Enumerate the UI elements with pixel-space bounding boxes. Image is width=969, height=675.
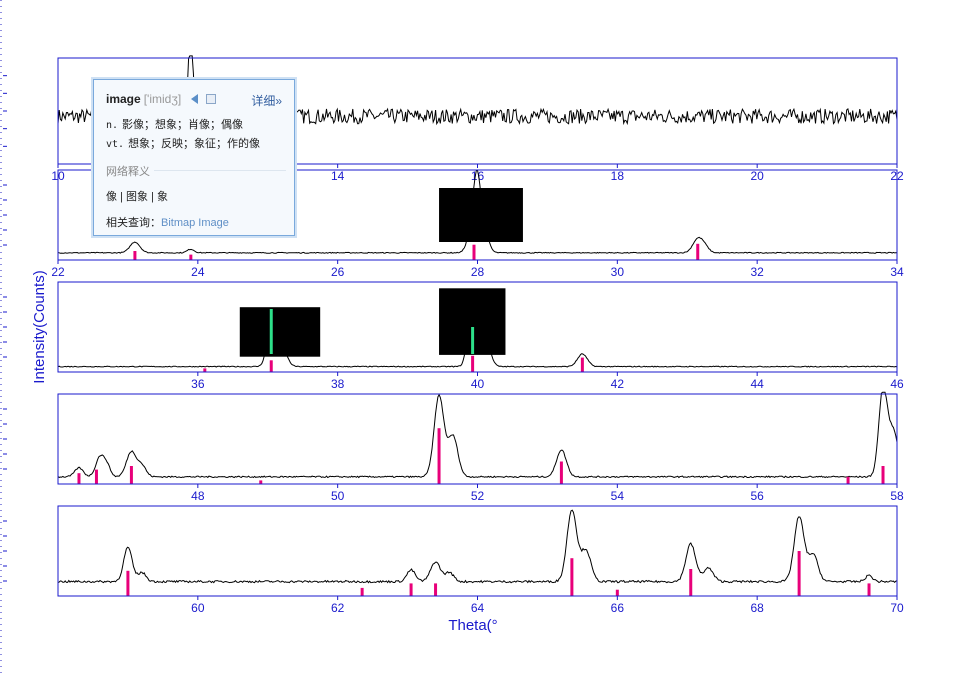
x-tick-label: 52 [471, 489, 485, 503]
x-tick-label: 50 [331, 489, 345, 503]
x-tick-label: 48 [191, 489, 205, 503]
x-tick-label: 42 [611, 377, 625, 391]
x-tick-label: 36 [191, 377, 205, 391]
x-tick-label: 34 [890, 265, 904, 279]
x-tick-label: 14 [331, 169, 345, 183]
x-tick-label: 64 [471, 601, 485, 615]
x-tick-label: 22 [51, 265, 65, 279]
x-tick-label: 68 [750, 601, 764, 615]
popup-more-link[interactable]: 详细» [251, 92, 282, 109]
popup-related-label: 相关查询： [106, 217, 161, 229]
x-tick-label: 62 [331, 601, 345, 615]
x-tick-label: 18 [611, 169, 625, 183]
x-tick-label: 24 [191, 265, 205, 279]
wordbook-icon[interactable] [206, 94, 217, 104]
pattern-trace [57, 391, 898, 479]
x-tick-label: 40 [471, 377, 485, 391]
popup-verb-text: 想象；反映；象征；作的像 [128, 138, 261, 150]
popup-pos-verb: vt. [106, 139, 125, 150]
popup-phonetic: ['imidʒ] [143, 92, 182, 106]
popup-definition-verb: vt. 想象；反映；象征；作的像 [106, 135, 260, 151]
popup-web-section-title: 网络释义 [106, 166, 150, 178]
dictionary-popup[interactable]: image ['imidʒ] 详细» n. 影像；想象；肖像；偶像 vt. 想象；反映… [93, 79, 295, 236]
x-tick-label: 46 [890, 377, 904, 391]
x-axis-title: Theta(° [448, 617, 497, 634]
xrd-chart-window: 1012141618202222242628303234363840424446… [0, 0, 969, 675]
popup-word: image [106, 92, 141, 106]
pattern-trace [57, 509, 898, 584]
x-tick-label: 26 [331, 265, 345, 279]
x-tick-label: 58 [890, 489, 904, 503]
popup-pos-noun: n. [106, 120, 119, 131]
x-tick-label: 60 [191, 601, 205, 615]
x-tick-label: 20 [750, 169, 764, 183]
x-tick-label: 56 [750, 489, 764, 503]
x-tick-label: 44 [750, 377, 764, 391]
redaction-box [239, 307, 321, 357]
x-tick-label: 30 [611, 265, 625, 279]
x-tick-label: 38 [331, 377, 345, 391]
popup-related-link[interactable]: Bitmap Image [161, 217, 229, 229]
speaker-icon[interactable] [191, 94, 199, 104]
x-tick-label: 54 [611, 489, 625, 503]
x-tick-label: 32 [750, 265, 764, 279]
x-tick-label: 28 [471, 265, 485, 279]
popup-divider [154, 170, 286, 171]
popup-related: 相关查询：Bitmap Image [106, 214, 229, 230]
x-tick-label: 70 [890, 601, 904, 615]
popup-definition-noun: n. 影像；想象；肖像；偶像 [106, 116, 243, 132]
panel-frame [57, 393, 898, 485]
panel-frame [57, 505, 898, 597]
popup-noun-text: 影像；想象；肖像；偶像 [122, 119, 244, 131]
x-tick-label: 66 [611, 601, 625, 615]
y-axis-title: Intensity(Counts) [31, 270, 48, 383]
popup-web-translations: 像 | 图象 | 象 [106, 191, 168, 203]
popup-header: image ['imidʒ] [106, 92, 217, 106]
